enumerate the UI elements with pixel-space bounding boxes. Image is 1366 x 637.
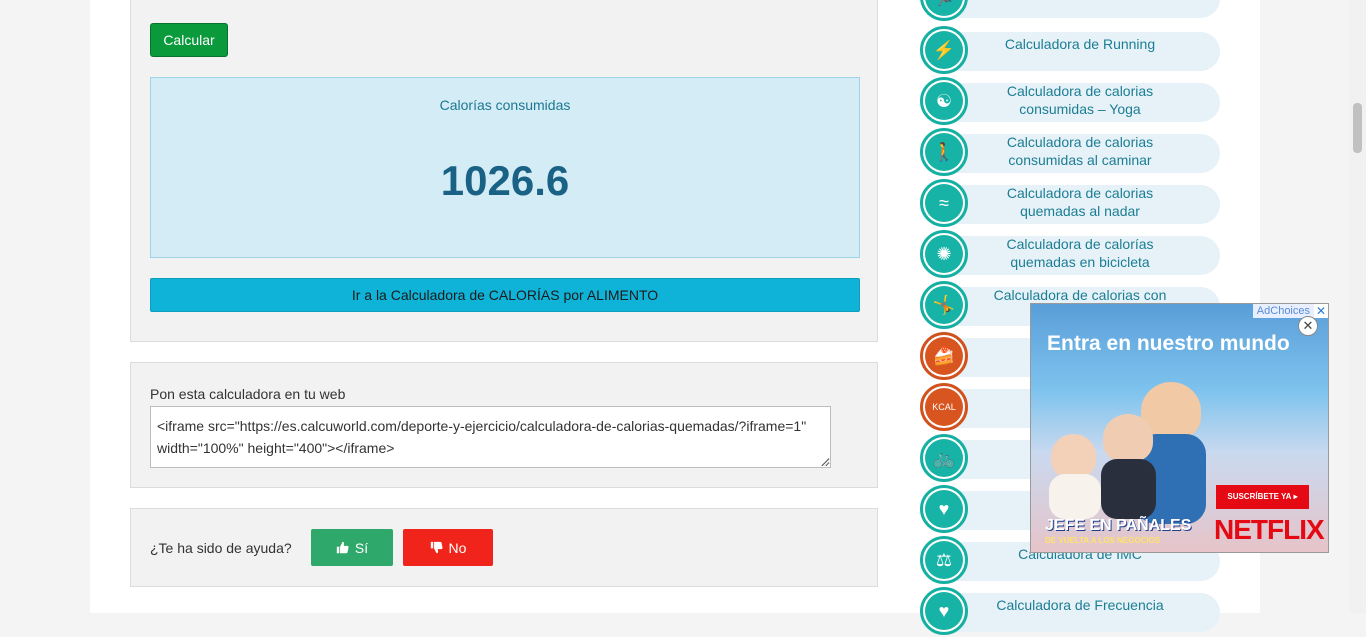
sidebar-item-swimming[interactable]: Calculadora de calorias quemadas al nada… — [920, 179, 1220, 229]
character-illustration — [1049, 474, 1101, 519]
bicycle-wheel-icon: ✺ — [920, 230, 968, 278]
subscribe-button[interactable]: SUSCRÍBETE YA ▸ — [1216, 485, 1309, 509]
sidebar-item-frecuencia[interactable]: Calculadora de Frecuencia ♥ — [920, 587, 1220, 637]
yoga-icon: ☯ — [920, 77, 968, 125]
heart-rate-icon: ♥ — [920, 485, 968, 533]
netflix-logo: NETFLIX — [1214, 514, 1325, 545]
cake-icon: 🍰 — [920, 332, 968, 380]
ad-close-icon[interactable]: ✕ — [1298, 316, 1318, 336]
food-calculator-button[interactable]: Ir a la Calculadora de CALORÍAS por ALIM… — [150, 278, 860, 312]
result-box: Calorías consumidas 1026.6 — [150, 77, 860, 258]
stretching-icon: 🤸 — [920, 281, 968, 329]
embed-code-text: <iframe src="https://es.calcuworld.com/d… — [157, 418, 807, 456]
bike-icon: 🚲 — [920, 434, 968, 482]
sidebar-item-running-partial[interactable]: 🏃 — [920, 0, 1220, 23]
resize-grip[interactable] — [821, 458, 829, 466]
sprinter-icon: ⚡ — [920, 26, 968, 74]
heart-icon: ♥ — [920, 587, 968, 635]
sidebar-item-running[interactable]: Calculadora de Running ⚡ — [920, 26, 1220, 76]
sidebar-item-yoga[interactable]: Calculadora de calorias consumidas – Yog… — [920, 77, 1220, 127]
feedback-question: ¿Te ha sido de ayuda? — [150, 540, 292, 556]
calculate-button[interactable]: Calcular — [150, 23, 228, 57]
sidebar-item-label: Calculadora de calorias consumidas al ca… — [1006, 134, 1154, 168]
character-illustration — [1101, 459, 1156, 519]
kcal-icon: KCAL — [920, 383, 968, 431]
scrollbar-thumb[interactable] — [1353, 103, 1362, 153]
thumbs-down-icon — [430, 541, 443, 554]
sidebar-item-label: Calculadora de calorías quemadas en bici… — [1006, 236, 1154, 270]
character-illustration — [1103, 414, 1153, 462]
result-value: 1026.6 — [440, 157, 570, 204]
sidebar-pill — [942, 0, 1220, 18]
embed-code-textarea[interactable]: <iframe src="https://es.calcuworld.com/d… — [150, 406, 831, 468]
embed-label: Pon esta calculadora en tu web — [150, 386, 346, 402]
sidebar-item-label: Calculadora de Running — [1004, 36, 1156, 52]
sidebar-item-walking[interactable]: Calculadora de calorias consumidas al ca… — [920, 128, 1220, 178]
no-button[interactable]: No — [403, 529, 493, 566]
character-illustration — [1051, 434, 1096, 478]
walking-icon: 🚶 — [920, 128, 968, 176]
advertisement[interactable]: AdChoices ✕ ✕ Entra en nuestro mundo SUS… — [1030, 303, 1329, 553]
yes-label: Sí — [354, 539, 369, 556]
movie-title: JEFE EN PAÑALES — [1045, 517, 1192, 534]
movie-subtitle: DE VUELTA A LOS NEGOCIOS — [1045, 536, 1161, 545]
scale-icon: ⚖ — [920, 536, 968, 584]
page-scrollbar[interactable] — [1349, 0, 1366, 613]
swimming-icon: ≈ — [920, 179, 968, 227]
thumbs-up-icon — [336, 541, 349, 554]
sidebar-item-bicycle[interactable]: Calculadora de calorías quemadas en bici… — [920, 230, 1220, 280]
sidebar-item-label: Calculadora de calorias consumidas – Yog… — [1006, 83, 1154, 117]
ad-choices-close-icon[interactable]: ✕ — [1314, 304, 1328, 318]
subscribe-label: SUSCRÍBETE YA — [1227, 492, 1292, 501]
result-label: Calorías consumidas — [439, 97, 571, 113]
sidebar-item-label: Calculadora de calorias con — [993, 287, 1167, 303]
ad-title: Entra en nuestro mundo — [1047, 332, 1290, 355]
yes-button[interactable]: Sí — [311, 529, 393, 566]
sidebar-item-label: Calculadora de calorias quemadas al nada… — [1006, 185, 1154, 219]
sidebar-item-label: Calculadora de Frecuencia — [996, 597, 1164, 613]
no-label: No — [448, 539, 467, 556]
